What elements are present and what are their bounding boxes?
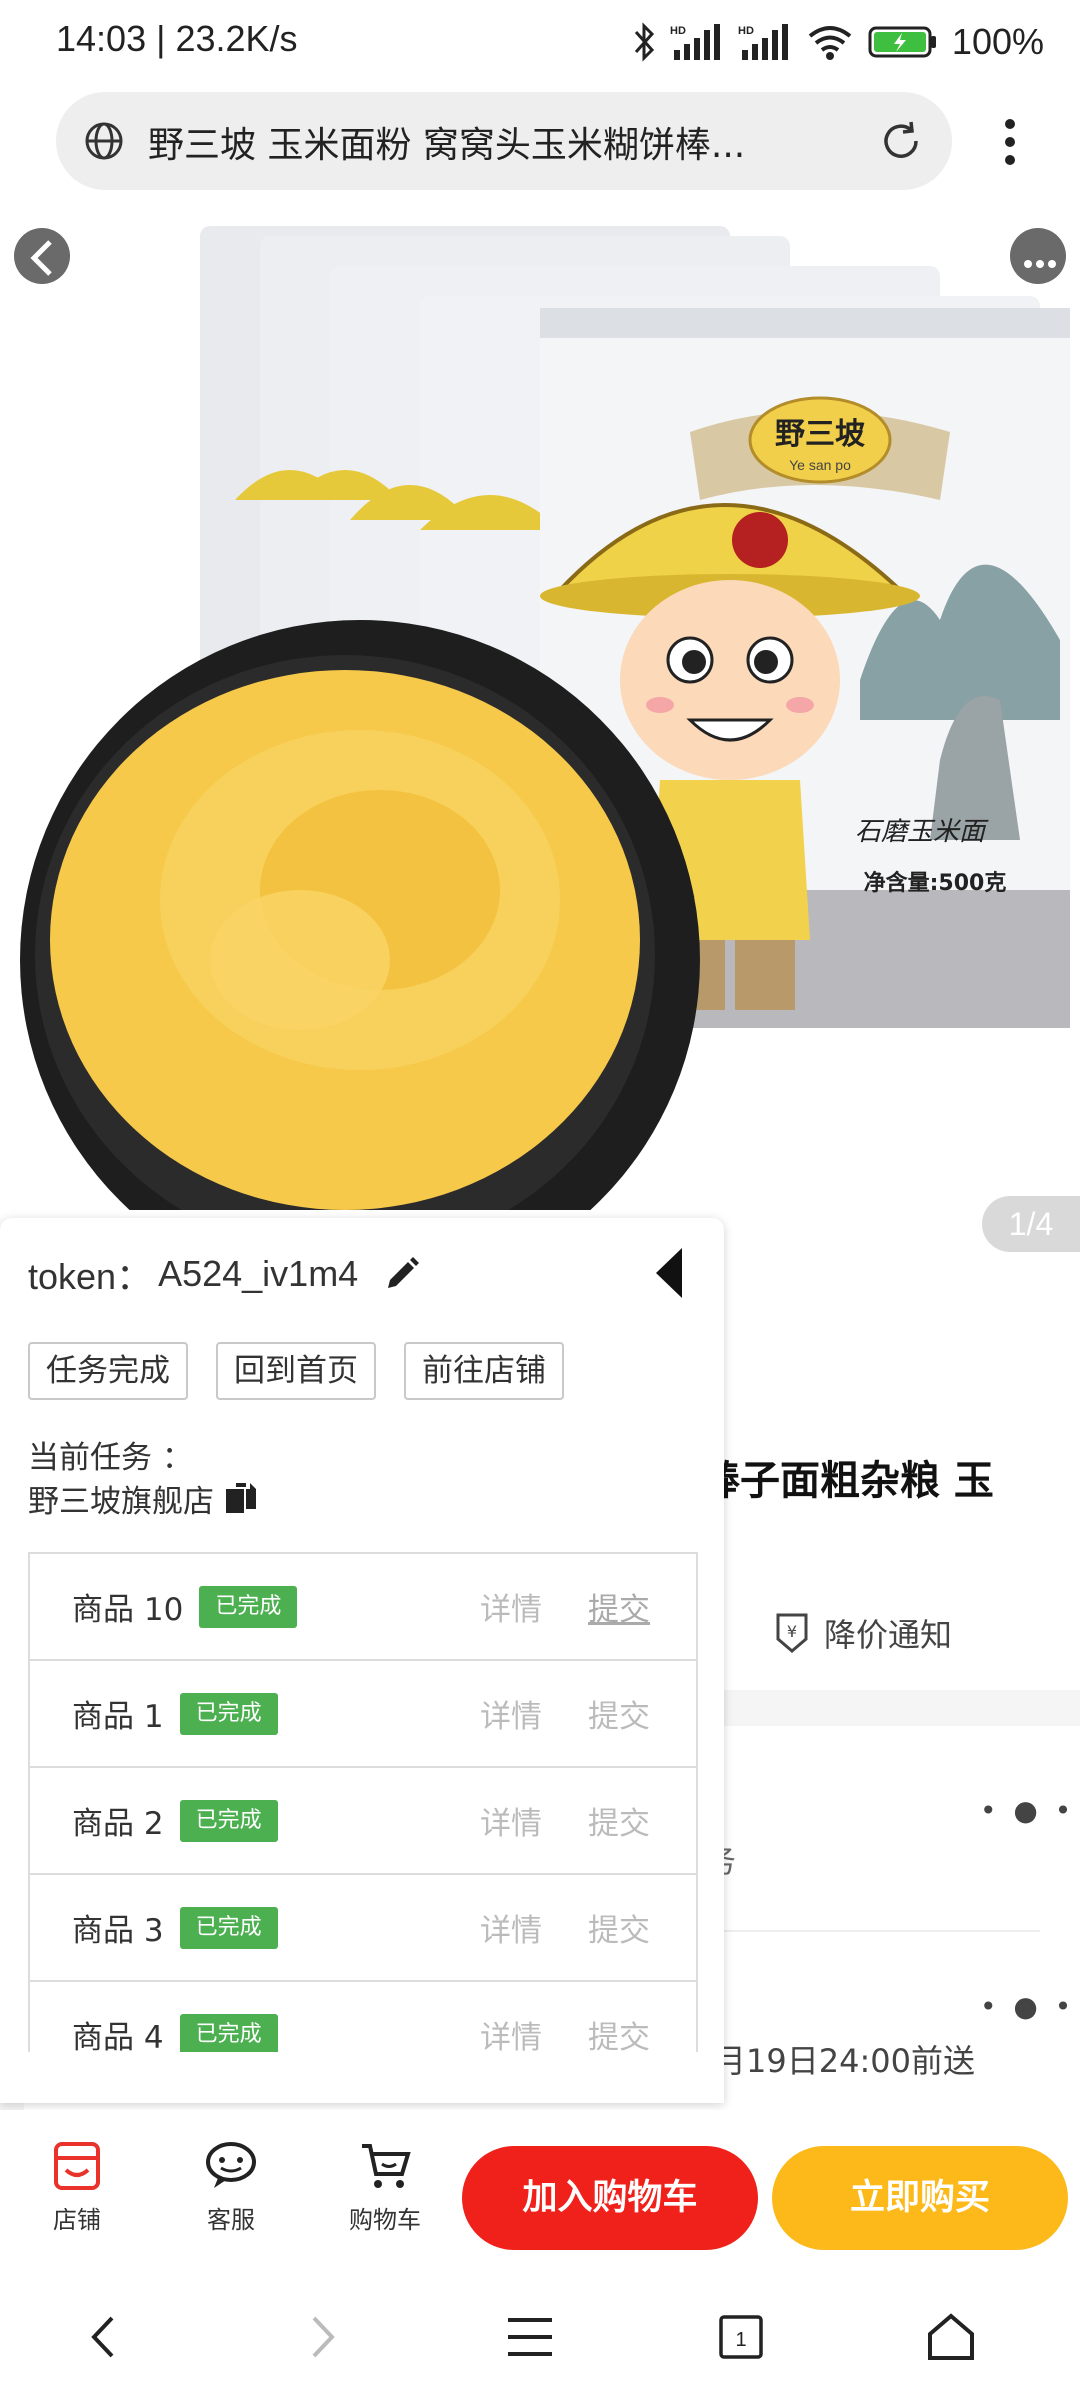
menu-icon[interactable]	[506, 2310, 554, 2364]
status-bar: 14:03 | 23.2K/s HD HD 100%	[0, 0, 1080, 84]
status-time: 14:03 | 23.2K/s	[56, 18, 298, 59]
price-alert-label: 降价通知	[824, 1616, 953, 1654]
package-product-name: 石磨玉米面	[855, 817, 989, 847]
edit-icon[interactable]	[382, 1254, 422, 1294]
task-panel: token： A524_iv1m4 任务完成 回到首页 前往店铺 当前任务 ： …	[0, 1218, 724, 2103]
signal-icon: HD	[670, 24, 720, 60]
detail-link[interactable]: 详情	[480, 1691, 542, 1736]
task-done-button[interactable]: 任务完成	[28, 1342, 188, 1400]
buy-now-button[interactable]: 立即购买	[772, 2146, 1068, 2250]
battery-text: 100%	[951, 21, 1044, 62]
more-dots-icon	[1024, 260, 1056, 268]
price-alert-button[interactable]: ¥ 降价通知	[772, 1610, 952, 1656]
status-badge: 已完成	[179, 1799, 278, 1842]
detail-link[interactable]: 详情	[480, 1905, 542, 1950]
submit-link[interactable]: 提交	[588, 1798, 650, 1843]
detail-link[interactable]: 详情	[480, 2012, 542, 2052]
status-badge: 已完成	[179, 1692, 278, 1735]
reload-icon[interactable]	[878, 118, 924, 164]
item-name: 商品 1	[72, 1699, 164, 1735]
current-task-store-name: 野三坡旗舰店	[28, 1484, 214, 1520]
submit-link[interactable]: 提交	[588, 2012, 650, 2052]
cart-nav-button[interactable]: 购物车	[330, 2140, 440, 2235]
status-icons: HD HD 100%	[632, 14, 1044, 70]
delivery-more-icon[interactable]: • ● •	[980, 1990, 1075, 2023]
status-badge: 已完成	[199, 1585, 298, 1628]
package-brand-en: Ye san po	[789, 457, 851, 473]
bluetooth-icon	[634, 22, 654, 62]
store-label: 店铺	[53, 2206, 101, 2234]
submit-link[interactable]: 提交	[588, 1584, 650, 1629]
list-item: 商品 10 已完成 详情 提交	[30, 1554, 696, 1661]
image-page-indicator: 1/4	[982, 1196, 1080, 1252]
current-task-store: 野三坡旗舰店	[28, 1476, 258, 1521]
product-title: 棒子面粗杂粮 玉	[700, 1458, 994, 1504]
svg-text:HD: HD	[670, 25, 686, 37]
collapse-panel-icon[interactable]	[652, 1246, 686, 1300]
list-item: 商品 2 已完成 详情 提交	[30, 1768, 696, 1875]
price-tag-icon: ¥	[776, 1613, 808, 1653]
url-bar[interactable]: 野三坡 玉米面粉 窝窝头玉米糊饼棒...	[56, 92, 952, 190]
svg-text:1: 1	[735, 2329, 746, 2351]
token-label: token：	[28, 1256, 153, 1297]
submit-link[interactable]: 提交	[588, 1905, 650, 1950]
cart-icon	[362, 2144, 411, 2188]
current-task-label: 当前任务 ：	[28, 1440, 193, 1476]
item-name: 商品 10	[72, 1592, 184, 1628]
card-divider	[700, 1930, 1040, 1932]
store-icon	[54, 2142, 100, 2190]
cart-label: 购物车	[349, 2206, 421, 2234]
svg-text:¥: ¥	[787, 1622, 797, 1641]
service-label: 客服	[207, 2206, 255, 2234]
bottom-action-bar: 店铺 客服 购物车 加入购物车 立即购买	[0, 2110, 1080, 2270]
add-to-cart-button[interactable]: 加入购物车	[462, 2146, 758, 2250]
service-nav-button[interactable]: 客服	[176, 2140, 286, 2235]
more-options-button[interactable]	[1010, 228, 1066, 284]
home-button[interactable]: 回到首页	[216, 1342, 376, 1400]
item-name: 商品 3	[72, 1913, 164, 1949]
product-image[interactable]: 野三坡 Ye san po 石磨玉米面 净含量:500克	[0, 200, 1080, 1300]
list-item: 商品 1 已完成 详情 提交	[30, 1661, 696, 1768]
detail-link[interactable]: 详情	[480, 1798, 542, 1843]
delivery-text: 月19日24:00前送	[714, 2042, 975, 2080]
store-nav-button[interactable]: 店铺	[22, 2140, 132, 2235]
item-name: 商品 4	[72, 2020, 164, 2052]
detail-link[interactable]: 详情	[480, 1584, 542, 1629]
browser-back-icon[interactable]	[84, 2310, 124, 2364]
product-task-list: 商品 10 已完成 详情 提交 商品 1 已完成 详情 提交 商品 2 已完成 …	[28, 1552, 698, 2052]
battery-icon	[868, 26, 936, 58]
wifi-icon	[808, 26, 852, 60]
submit-link[interactable]: 提交	[588, 1691, 650, 1736]
service-more-icon[interactable]: • ● •	[980, 1794, 1075, 1827]
system-nav-bar: 1	[0, 2270, 1080, 2400]
package-brand: 野三坡	[775, 417, 865, 452]
copy-icon[interactable]	[224, 1481, 258, 1517]
package-net-weight: 净含量:500克	[864, 870, 1007, 896]
home-icon[interactable]	[926, 2310, 976, 2364]
status-badge: 已完成	[179, 1906, 278, 1949]
chat-icon	[206, 2142, 256, 2188]
status-badge: 已完成	[179, 2013, 278, 2052]
token-row: token： A524_iv1m4	[28, 1248, 422, 1300]
list-item: 商品 4 已完成 详情 提交	[30, 1982, 696, 2052]
product-illustration: 野三坡 Ye san po 石磨玉米面 净含量:500克	[20, 226, 1070, 1300]
signal-icon-2: HD	[738, 24, 788, 60]
item-name: 商品 2	[72, 1806, 164, 1842]
back-button[interactable]	[14, 228, 70, 284]
url-title[interactable]: 野三坡 玉米面粉 窝窝头玉米糊饼棒...	[148, 116, 888, 168]
globe-icon	[85, 122, 123, 160]
token-value: A524_iv1m4	[158, 1253, 359, 1294]
back-arrow-icon	[30, 240, 52, 276]
svg-text:HD: HD	[738, 25, 754, 37]
more-menu-icon[interactable]	[990, 112, 1030, 172]
list-item: 商品 3 已完成 详情 提交	[30, 1875, 696, 1982]
browser-forward-icon[interactable]	[302, 2310, 342, 2364]
go-store-button[interactable]: 前往店铺	[404, 1342, 564, 1400]
panel-button-row: 任务完成 回到首页 前往店铺	[28, 1342, 564, 1400]
tabs-icon[interactable]: 1	[718, 2310, 764, 2364]
